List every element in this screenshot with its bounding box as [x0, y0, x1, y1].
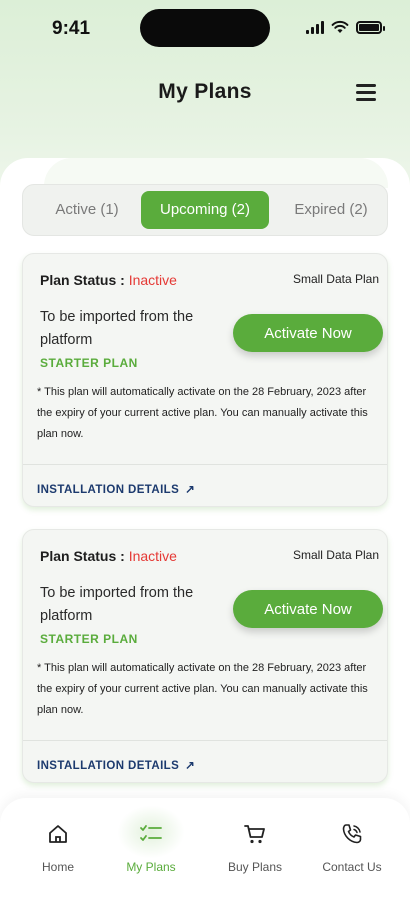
installation-details-link[interactable]: INSTALLATION DETAILS ↗ — [37, 758, 195, 772]
plan-status-label: Plan Status : — [40, 272, 125, 288]
status-time: 9:41 — [52, 18, 91, 39]
nav-my-plans-label: My Plans — [126, 860, 176, 874]
activate-now-button[interactable]: Activate Now — [233, 314, 383, 352]
card-divider — [23, 464, 387, 465]
installation-details-link[interactable]: INSTALLATION DETAILS ↗ — [37, 482, 195, 496]
nav-contact-us[interactable]: Contact Us — [307, 822, 397, 874]
nav-buy-plans-label: Buy Plans — [227, 860, 283, 874]
installation-details-label: INSTALLATION DETAILS — [37, 760, 180, 772]
plan-type: Small Data Plan — [292, 272, 379, 286]
system-icons — [306, 20, 385, 34]
dynamic-island — [140, 9, 270, 47]
app-header: My Plans — [0, 72, 410, 116]
tab-active[interactable]: Active (1) — [31, 191, 143, 229]
status-bar: 9:41 — [0, 0, 410, 58]
activation-note: * This plan will automatically activate … — [37, 386, 368, 440]
tab-upcoming[interactable]: Upcoming (2) — [141, 191, 269, 229]
plan-status: Plan Status : Inactive — [40, 272, 177, 288]
nav-buy-plans[interactable]: Buy Plans — [210, 822, 300, 874]
plan-name: STARTER PLAN — [40, 356, 138, 370]
wifi-icon — [331, 20, 349, 33]
plan-status-value: Inactive — [128, 548, 177, 564]
card-divider — [23, 740, 387, 741]
bottom-navigation: Home My Plans Buy Plans Contact Us — [0, 798, 410, 900]
plan-status-value: Inactive — [128, 272, 177, 288]
plan-card: Plan Status : Inactive Small Data Plan T… — [22, 529, 388, 783]
plan-description: To be imported from the platform — [40, 309, 194, 348]
phone-icon — [342, 824, 362, 844]
home-icon — [49, 825, 67, 843]
activate-now-button[interactable]: Activate Now — [233, 590, 383, 628]
plan-card: Plan Status : Inactive Small Data Plan T… — [22, 253, 388, 507]
nav-contact-us-label: Contact Us — [322, 860, 382, 874]
tab-expired[interactable]: Expired (2) — [281, 191, 381, 229]
checklist-icon — [140, 825, 162, 841]
plan-description: To be imported from the platform — [40, 585, 194, 624]
plan-tabs: Active (1) Upcoming (2) Expired (2) — [22, 184, 388, 236]
activation-note: * This plan will automatically activate … — [37, 662, 368, 716]
hamburger-menu-icon[interactable] — [356, 84, 376, 101]
plan-status-label: Plan Status : — [40, 548, 125, 564]
battery-icon — [356, 20, 385, 34]
nav-home-label: Home — [41, 860, 74, 874]
plan-name: STARTER PLAN — [40, 632, 138, 646]
page-title: My Plans — [158, 80, 252, 103]
nav-my-plans[interactable]: My Plans — [106, 822, 196, 874]
plan-type: Small Data Plan — [292, 548, 379, 562]
nav-home[interactable]: Home — [13, 822, 103, 874]
external-arrow-icon: ↗ — [185, 760, 196, 772]
signal-icon — [306, 20, 324, 34]
plan-status: Plan Status : Inactive — [40, 548, 177, 564]
cart-icon — [244, 825, 265, 844]
external-arrow-icon: ↗ — [185, 484, 196, 496]
installation-details-label: INSTALLATION DETAILS — [37, 484, 180, 496]
